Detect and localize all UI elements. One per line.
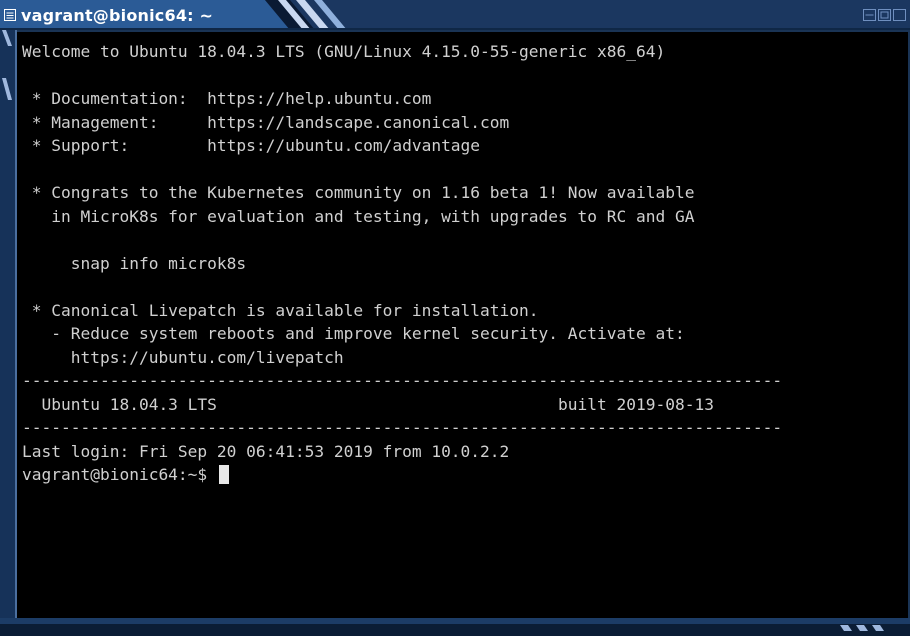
window-frame-left [0,30,17,624]
terminal-line: Welcome to Ubuntu 18.04.3 LTS (GNU/Linux… [22,42,666,61]
shell-prompt: vagrant@bionic64:~$ [22,465,217,484]
minimize-icon[interactable] [863,9,876,21]
title-group: vagrant@bionic64: ~ [4,4,213,26]
separator-line: ----------------------------------------… [22,371,783,390]
terminal-line: in MicroK8s for evaluation and testing, … [22,206,695,226]
terminal-window: vagrant@bionic64: ~ Welcome to Ubuntu 18… [0,0,910,631]
window-frame-bottom [0,618,910,631]
terminal-area[interactable]: Welcome to Ubuntu 18.04.3 LTS (GNU/Linux… [17,32,908,618]
last-login-line: Last login: Fri Sep 20 06:41:53 2019 fro… [22,441,510,461]
maximize-icon[interactable] [878,9,891,21]
separator-line: ----------------------------------------… [22,418,783,437]
frame-decoration [2,30,17,624]
prompt-line[interactable]: vagrant@bionic64:~$ [22,463,782,487]
close-icon[interactable] [893,9,906,21]
terminal-line: * Support: https://ubuntu.com/advantage [22,136,481,155]
window-controls [863,9,906,21]
window-menu-icon[interactable] [4,9,16,21]
terminal-line: * Canonical Livepatch is available for i… [22,300,539,320]
terminal-line: - Reduce system reboots and improve kern… [22,324,685,343]
terminal-line: * Congrats to the Kubernetes community o… [22,183,695,202]
terminal-line: https://ubuntu.com/livepatch [22,347,344,367]
terminal-output: Welcome to Ubuntu 18.04.3 LTS (GNU/Linux… [22,40,782,487]
terminal-line: * Documentation: https://help.ubuntu.com [22,89,432,108]
terminal-line: * Management: https://landscape.canonica… [22,112,510,132]
window-title: vagrant@bionic64: ~ [21,5,214,25]
title-bar[interactable]: vagrant@bionic64: ~ [0,0,910,30]
frame-bottom-stripes [840,625,884,631]
text-cursor [218,465,229,484]
terminal-line: Ubuntu 18.04.3 LTS built 2019-08-13 [22,394,714,414]
terminal-line: snap info microk8s [22,253,247,273]
